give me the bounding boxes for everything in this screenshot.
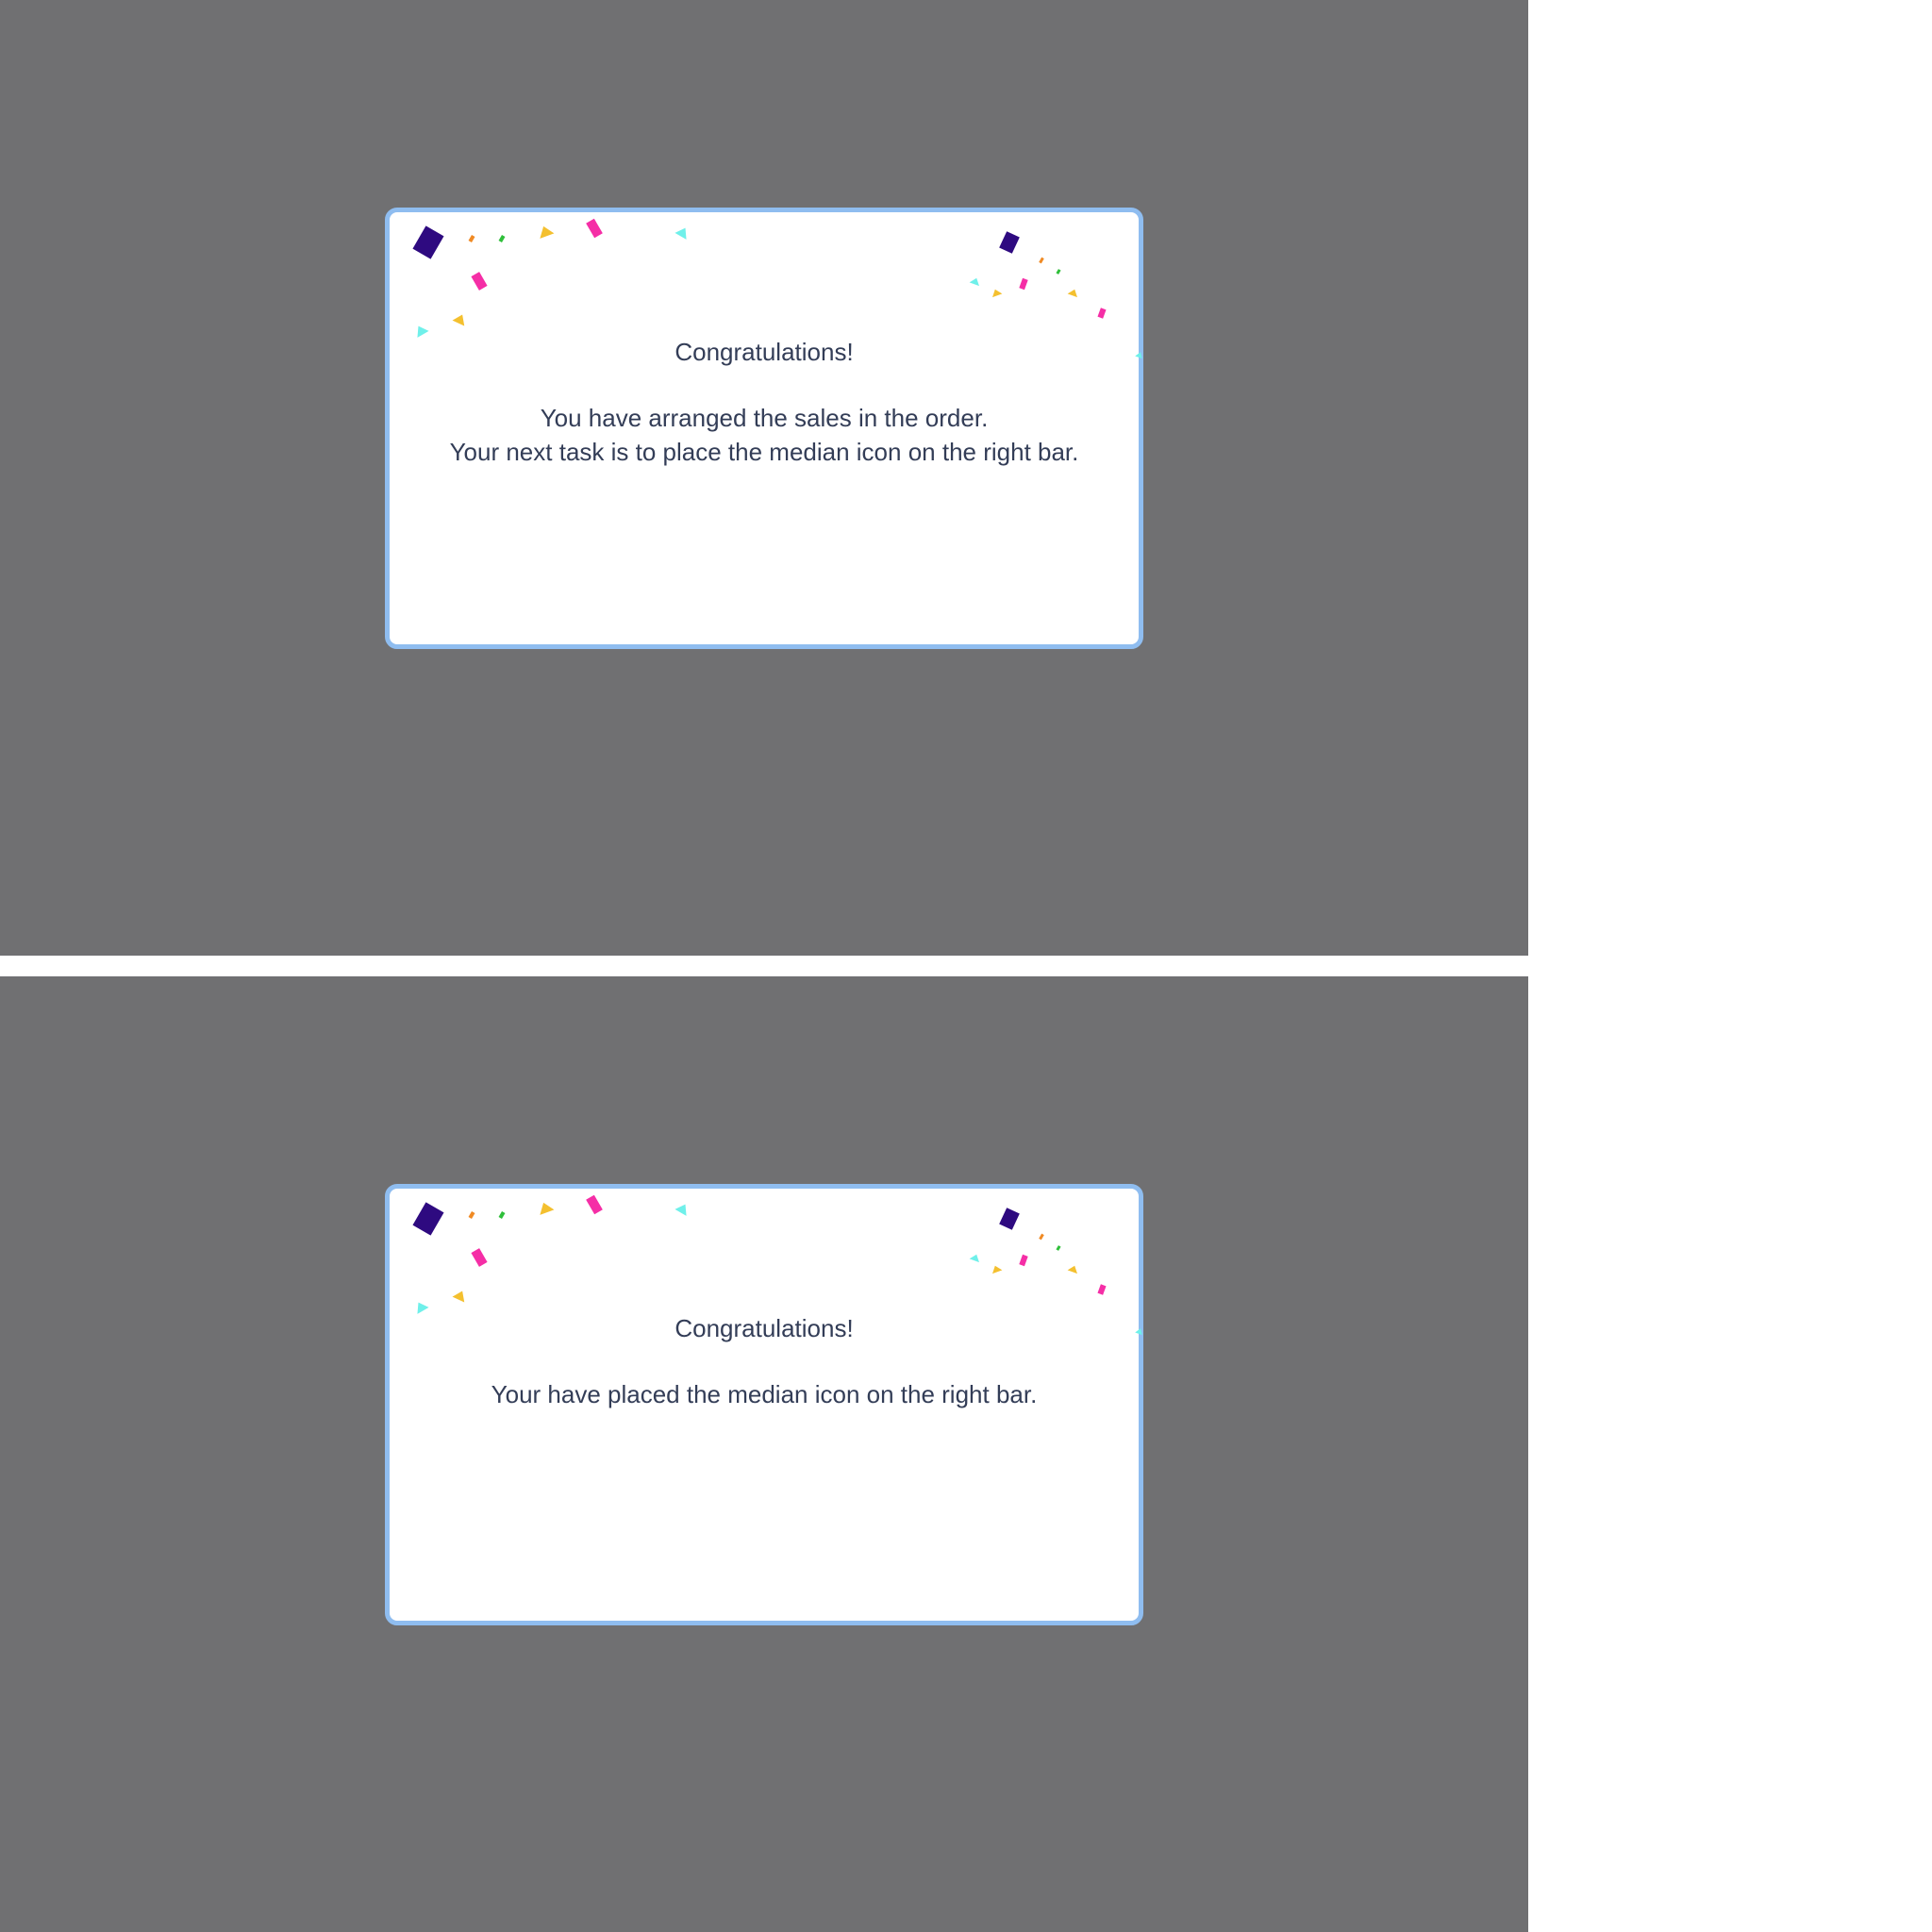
confetti-piece [1097,308,1107,319]
confetti-piece [468,234,475,243]
congratulations-dialog: Congratulations! You have arranged the s… [385,208,1143,649]
dialog-message: Your have placed the median icon on the … [390,1377,1139,1411]
confetti-piece [1056,1245,1061,1251]
confetti-piece [999,1208,1020,1230]
confetti-piece [969,1254,979,1263]
confetti-piece [452,314,465,326]
confetti-piece [992,1265,1003,1274]
overlay-screen-2: Congratulations! Your have placed the me… [0,976,1528,1932]
confetti-piece [1039,1233,1044,1241]
confetti-piece [412,225,444,259]
dialog-title: Congratulations! [675,1314,854,1342]
confetti-piece [540,1202,555,1215]
confetti-piece [1039,257,1044,264]
confetti-piece [471,272,488,291]
confetti-piece [468,1210,475,1220]
confetti-piece [1067,289,1077,298]
overlay-screen-1: Congratulations! You have arranged the s… [0,0,1528,956]
dialog-message-line: You have arranged the sales in the order… [540,404,989,432]
confetti-piece [586,1194,603,1215]
confetti-piece [586,218,603,239]
confetti-piece [992,289,1003,298]
confetti-piece [969,277,979,287]
confetti-piece [540,225,555,239]
confetti-piece [999,231,1020,254]
confetti-piece [1056,269,1061,275]
confetti-piece [1019,1254,1028,1267]
congratulations-dialog: Congratulations! Your have placed the me… [385,1184,1143,1625]
dialog-title: Congratulations! [675,338,854,366]
dialog-message-line: Your next task is to place the median ic… [449,438,1079,466]
confetti-piece [675,227,687,240]
dialog-message-line: Your have placed the median icon on the … [491,1380,1038,1408]
confetti-piece [675,1204,687,1216]
confetti-piece [1067,1265,1077,1274]
confetti-piece [412,1202,444,1236]
confetti-piece [498,234,506,243]
dialog-message: You have arranged the sales in the order… [390,401,1139,469]
confetti-piece [1019,277,1028,291]
confetti-piece [452,1291,465,1303]
confetti-piece [498,1210,506,1220]
confetti-piece [1097,1284,1107,1295]
confetti-piece [471,1248,488,1267]
